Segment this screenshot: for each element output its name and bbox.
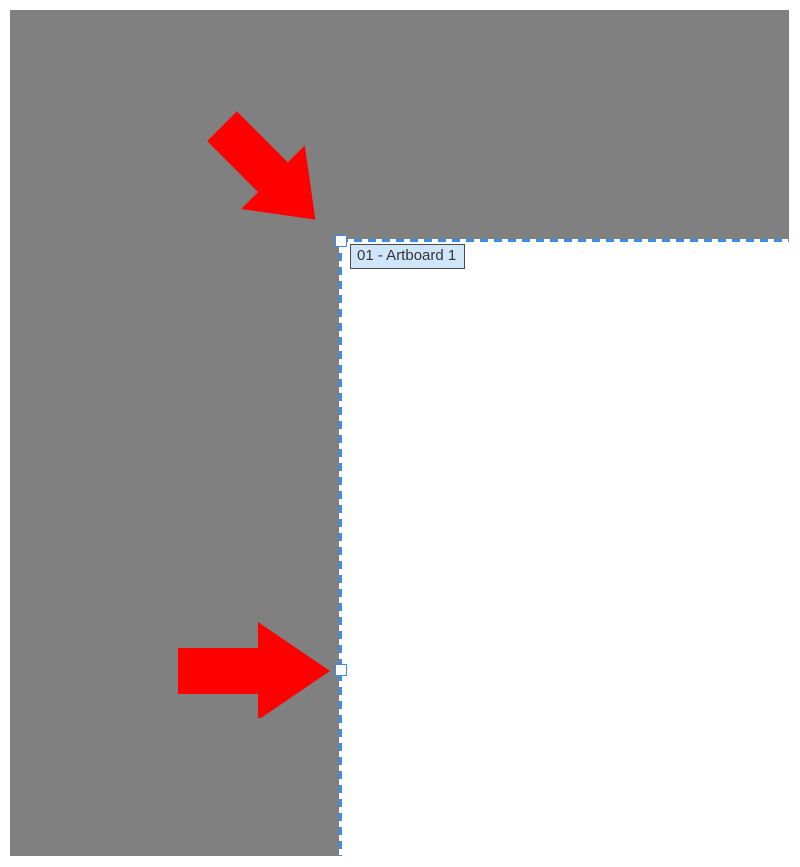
- selection-edge-top: [340, 239, 789, 242]
- annotation-arrow-diagonal-icon: [188, 88, 348, 248]
- annotation-arrow-right-icon: [170, 618, 335, 718]
- canvas-workspace[interactable]: 01 - Artboard 1: [10, 10, 789, 856]
- artboard-surface[interactable]: [340, 240, 789, 856]
- artboard-label[interactable]: 01 - Artboard 1: [350, 244, 465, 269]
- selection-edge-left: [339, 239, 342, 856]
- selection-handle-middle-left[interactable]: [335, 664, 347, 676]
